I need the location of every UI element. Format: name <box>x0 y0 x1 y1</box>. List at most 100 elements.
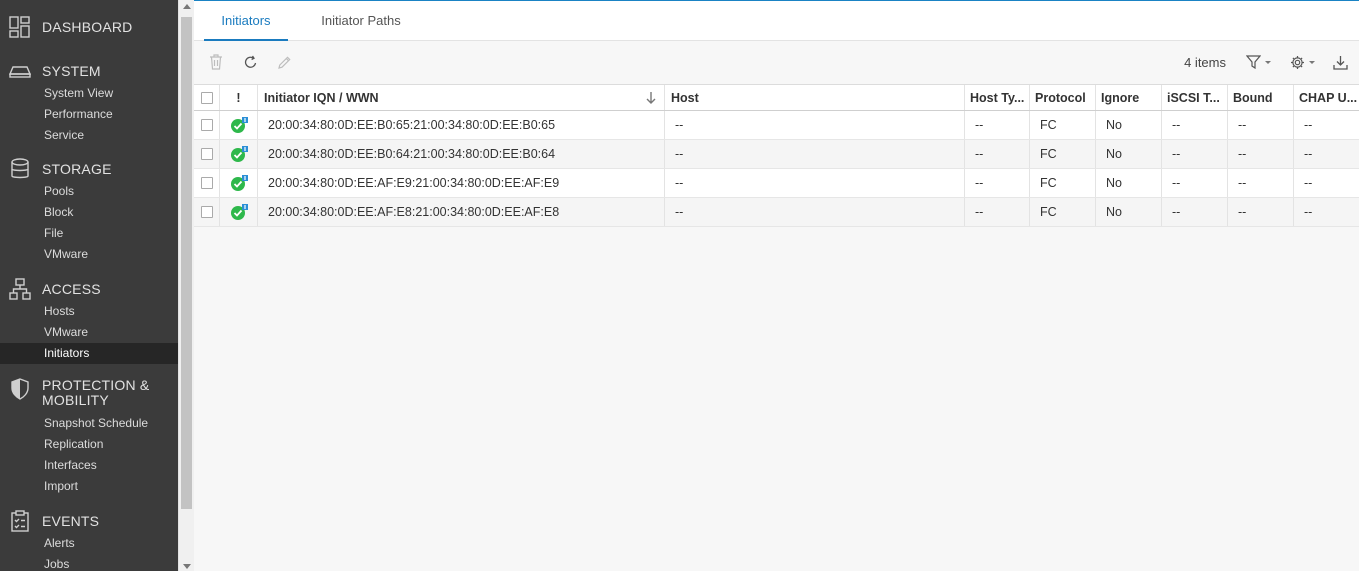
sidebar-item-alerts[interactable]: Alerts <box>0 533 178 554</box>
bound-cell: -- <box>1228 140 1294 168</box>
sidebar-item-pools[interactable]: Pools <box>0 181 178 202</box>
access-icon <box>9 278 31 300</box>
sidebar-item-snapshot-schedule[interactable]: Snapshot Schedule <box>0 413 178 434</box>
nav-section-label: EVENTS <box>42 513 100 529</box>
chap-user-cell: -- <box>1304 118 1313 132</box>
iqn-cell: 20:00:34:80:0D:EE:AF:E9:21:00:34:80:0D:E… <box>258 169 665 197</box>
bound-cell: -- <box>1228 111 1294 139</box>
row-checkbox[interactable] <box>201 206 213 218</box>
scroll-down-arrow-icon[interactable] <box>183 564 191 569</box>
ignore-cell: No <box>1096 140 1162 168</box>
sidebar-item-initiators[interactable]: Initiators <box>0 343 178 364</box>
ignore-cell: No <box>1096 169 1162 197</box>
nav-section-label: SYSTEM <box>42 63 101 79</box>
sidebar-item-service[interactable]: Service <box>0 125 178 146</box>
status-ok-icon <box>230 175 248 191</box>
column-header-bound[interactable]: Bound <box>1228 85 1294 110</box>
sidebar-item-import[interactable]: Import <box>0 476 178 497</box>
sidebar-item-replication[interactable]: Replication <box>0 434 178 455</box>
iscsi-type-cell: -- <box>1162 169 1228 197</box>
nav-section-events[interactable]: EVENTS <box>0 510 178 532</box>
iscsi-type-cell: -- <box>1162 111 1228 139</box>
row-checkbox[interactable] <box>201 119 213 131</box>
row-checkbox-cell[interactable] <box>194 111 220 139</box>
chap-user-cell: -- <box>1304 147 1313 161</box>
nav-section-access[interactable]: ACCESS <box>0 278 178 300</box>
settings-button[interactable] <box>1288 53 1316 71</box>
main-panel: Initiators Initiator Paths 4 items ! Ini… <box>194 0 1359 571</box>
nav-section-storage[interactable]: STORAGE <box>0 158 178 180</box>
item-count: 4 items <box>1184 55 1226 70</box>
host-cell: -- <box>665 169 965 197</box>
nav-section-system[interactable]: SYSTEM <box>0 60 178 82</box>
select-all-checkbox[interactable] <box>201 91 213 104</box>
column-header-host[interactable]: Host <box>665 85 965 110</box>
edit-button[interactable] <box>275 53 293 71</box>
sidebar-item-interfaces[interactable]: Interfaces <box>0 455 178 476</box>
nav-section-label: DASHBOARD <box>42 19 133 35</box>
status-ok-icon <box>230 117 248 133</box>
chap-user-cell: -- <box>1304 205 1313 219</box>
pencil-icon <box>277 55 291 69</box>
refresh-icon <box>244 55 256 68</box>
sidebar-item-hosts[interactable]: Hosts <box>0 301 178 322</box>
tab-initiator-paths[interactable]: Initiator Paths <box>309 1 413 41</box>
chap-user-cell: -- <box>1304 176 1313 190</box>
tab-bar: Initiators Initiator Paths <box>194 1 1359 41</box>
protocol-cell: FC <box>1030 169 1096 197</box>
column-header-iqn[interactable]: Initiator IQN / WWN <box>258 85 665 110</box>
column-header-protocol[interactable]: Protocol <box>1030 85 1096 110</box>
column-header-host-type[interactable]: Host Ty... <box>965 85 1030 110</box>
iqn-cell: 20:00:34:80:0D:EE:B0:64:21:00:34:80:0D:E… <box>258 140 665 168</box>
export-button[interactable] <box>1331 53 1349 71</box>
sidebar-item-vmware-access[interactable]: VMware <box>0 322 178 343</box>
download-icon <box>1332 55 1348 70</box>
tab-initiators[interactable]: Initiators <box>204 1 288 41</box>
initiators-table: ! Initiator IQN / WWN Host Host Ty... Pr… <box>194 84 1359 227</box>
column-header-status[interactable]: ! <box>220 85 258 110</box>
scrollbar-thumb[interactable] <box>181 17 192 509</box>
sidebar-item-file[interactable]: File <box>0 223 178 244</box>
column-header-ignore[interactable]: Ignore <box>1096 85 1162 110</box>
row-checkbox-cell[interactable] <box>194 198 220 226</box>
nav-section-protection-mobility[interactable]: PROTECTION & MOBILITY <box>0 378 178 412</box>
toolbar: 4 items <box>194 41 1359 83</box>
events-icon <box>9 510 31 532</box>
host-cell: -- <box>665 140 965 168</box>
sidebar-item-block[interactable]: Block <box>0 202 178 223</box>
host-type-cell: -- <box>965 169 1030 197</box>
sidebar-item-performance[interactable]: Performance <box>0 104 178 125</box>
filter-button[interactable] <box>1244 53 1272 71</box>
protocol-cell: FC <box>1030 111 1096 139</box>
table-row[interactable]: 20:00:34:80:0D:EE:B0:65:21:00:34:80:0D:E… <box>194 111 1359 140</box>
sidebar-item-system-view[interactable]: System View <box>0 83 178 104</box>
sidebar-scrollbar[interactable] <box>178 0 194 571</box>
row-checkbox[interactable] <box>201 177 213 189</box>
row-checkbox-cell[interactable] <box>194 140 220 168</box>
nav-section-dashboard[interactable]: DASHBOARD <box>0 16 178 38</box>
iscsi-type-cell: -- <box>1162 140 1228 168</box>
nav-section-label: STORAGE <box>42 161 112 177</box>
table-row[interactable]: 20:00:34:80:0D:EE:B0:64:21:00:34:80:0D:E… <box>194 140 1359 169</box>
row-checkbox[interactable] <box>201 148 213 160</box>
status-cell <box>220 198 258 226</box>
refresh-button[interactable] <box>241 53 259 71</box>
host-cell: -- <box>665 111 965 139</box>
column-header-chap-user[interactable]: CHAP U... <box>1294 85 1359 110</box>
select-all-checkbox-cell[interactable] <box>194 85 220 110</box>
table-row[interactable]: 20:00:34:80:0D:EE:AF:E9:21:00:34:80:0D:E… <box>194 169 1359 198</box>
protocol-cell: FC <box>1030 140 1096 168</box>
scroll-up-arrow-icon[interactable] <box>183 4 191 9</box>
host-cell: -- <box>665 198 965 226</box>
ignore-cell: No <box>1096 198 1162 226</box>
sidebar-item-vmware-storage[interactable]: VMware <box>0 244 178 265</box>
delete-button[interactable] <box>207 53 225 71</box>
table-row[interactable]: 20:00:34:80:0D:EE:AF:E8:21:00:34:80:0D:E… <box>194 198 1359 227</box>
storage-icon <box>9 158 31 180</box>
iqn-cell: 20:00:34:80:0D:EE:B0:65:21:00:34:80:0D:E… <box>258 111 665 139</box>
trash-icon <box>210 54 222 70</box>
column-header-iscsi-type[interactable]: iSCSI T... <box>1162 85 1228 110</box>
sidebar-item-jobs[interactable]: Jobs <box>0 554 178 571</box>
bound-cell: -- <box>1228 198 1294 226</box>
row-checkbox-cell[interactable] <box>194 169 220 197</box>
